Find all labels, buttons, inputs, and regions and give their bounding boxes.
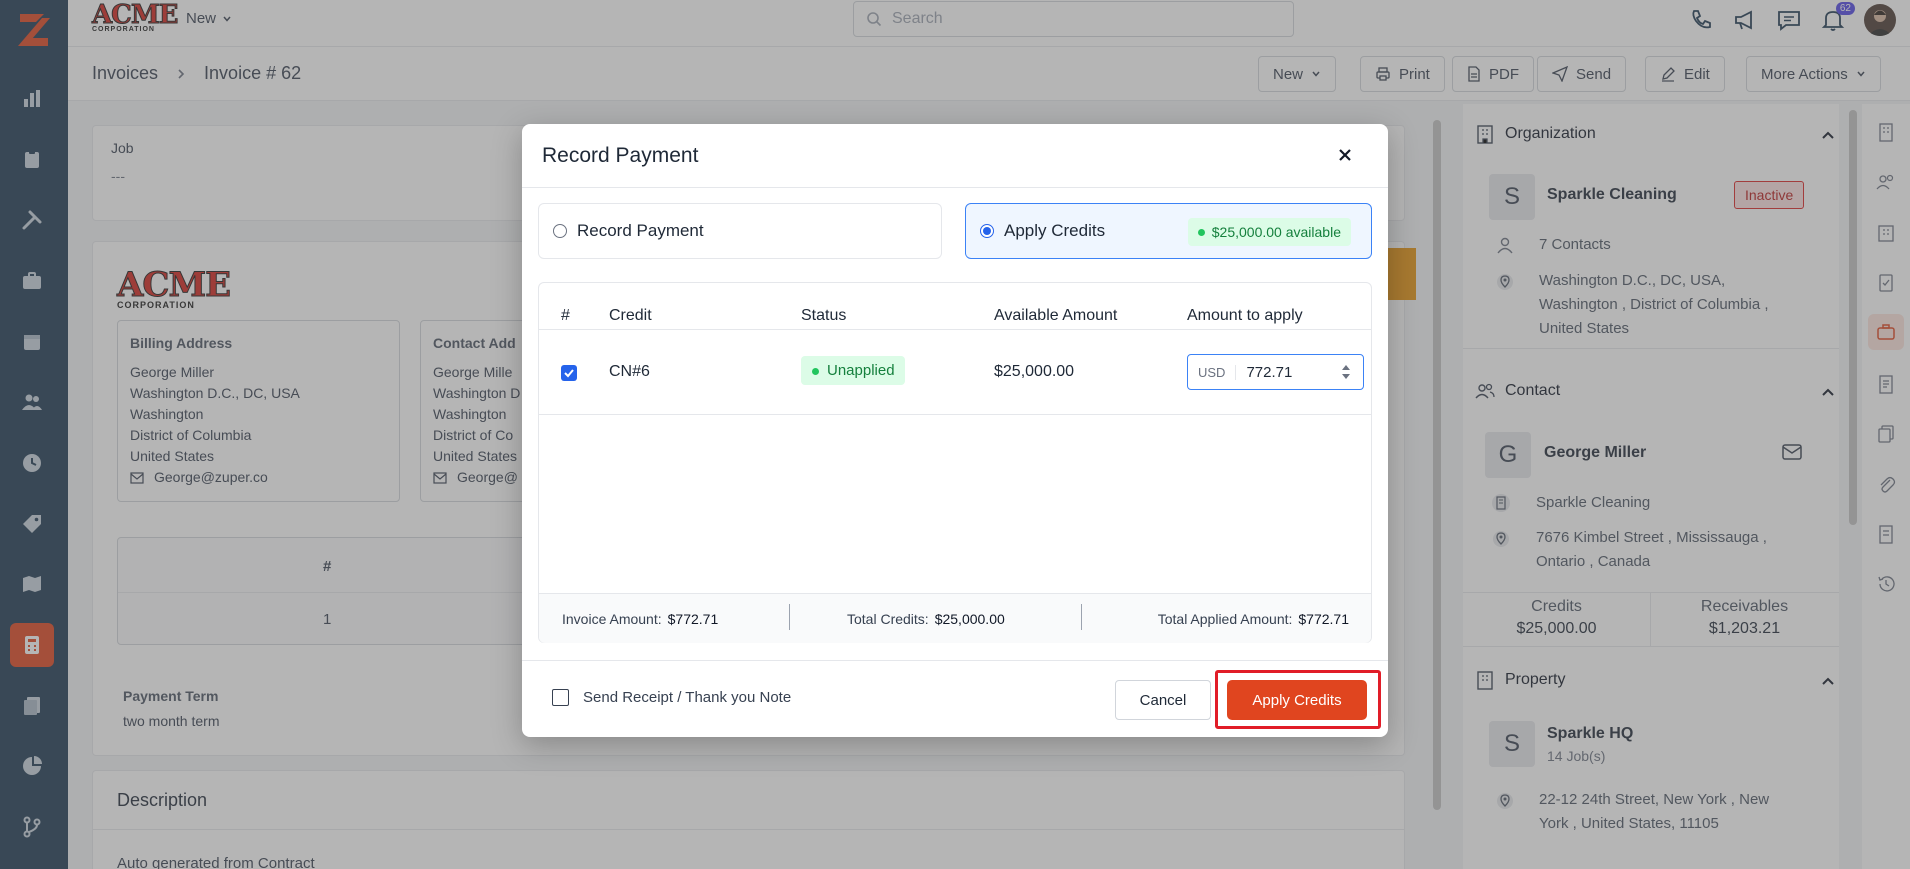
total-credits-value: $25,000.00: [934, 611, 1005, 627]
record-payment-modal: Record Payment Record Payment Apply Cred…: [522, 124, 1388, 737]
available-credits-badge: $25,000.00 available: [1187, 218, 1351, 246]
send-receipt-label: Send Receipt / Thank you Note: [583, 689, 792, 706]
col-status-header: Status: [801, 307, 847, 324]
amount-value[interactable]: 772.71: [1236, 364, 1341, 381]
apply-credits-radio[interactable]: [980, 224, 994, 238]
apply-credits-highlight: Apply Credits: [1215, 670, 1381, 729]
col-credit-header: Credit: [609, 307, 652, 324]
option-apply-credits-label: Apply Credits: [1004, 221, 1106, 240]
total-credits-label: Total Credits:: [847, 611, 929, 627]
amount-to-apply-input[interactable]: USD 772.71: [1187, 354, 1364, 390]
cancel-button[interactable]: Cancel: [1115, 680, 1211, 720]
row-checkbox[interactable]: [561, 365, 577, 381]
total-applied-label: Total Applied Amount:: [1157, 611, 1293, 627]
send-receipt-checkbox[interactable]: [552, 689, 569, 706]
option-record-payment-label: Record Payment: [577, 221, 704, 240]
row-credit: CN#6: [609, 363, 650, 380]
modal-title: Record Payment: [542, 144, 699, 167]
check-icon: [564, 369, 574, 378]
invoice-amount-label: Invoice Amount:: [562, 611, 662, 627]
currency-label: USD: [1188, 364, 1237, 380]
stepper-icon[interactable]: [1341, 364, 1351, 380]
col-apply-header: Amount to apply: [1187, 307, 1303, 324]
invoice-amount-value: $772.71: [667, 611, 719, 627]
total-applied-value: $772.71: [1298, 611, 1349, 627]
option-apply-credits[interactable]: Apply Credits $25,000.00 available: [965, 203, 1372, 259]
row-available: $25,000.00: [994, 363, 1075, 380]
row-status-badge: Unapplied: [801, 356, 905, 385]
record-payment-radio[interactable]: [553, 224, 567, 238]
apply-credits-button[interactable]: Apply Credits: [1227, 680, 1367, 720]
col-num-header: #: [561, 307, 570, 324]
totals-footer: Invoice Amount: $772.71 Total Credits: $25…: [539, 593, 1371, 643]
send-receipt-option[interactable]: Send Receipt / Thank you Note: [552, 689, 791, 706]
col-available-header: Available Amount: [994, 307, 1118, 324]
close-icon: [1339, 149, 1351, 161]
option-record-payment[interactable]: Record Payment: [538, 203, 942, 259]
credits-table: # Credit Status Available Amount Amount …: [538, 282, 1372, 643]
close-button[interactable]: [1332, 142, 1358, 168]
